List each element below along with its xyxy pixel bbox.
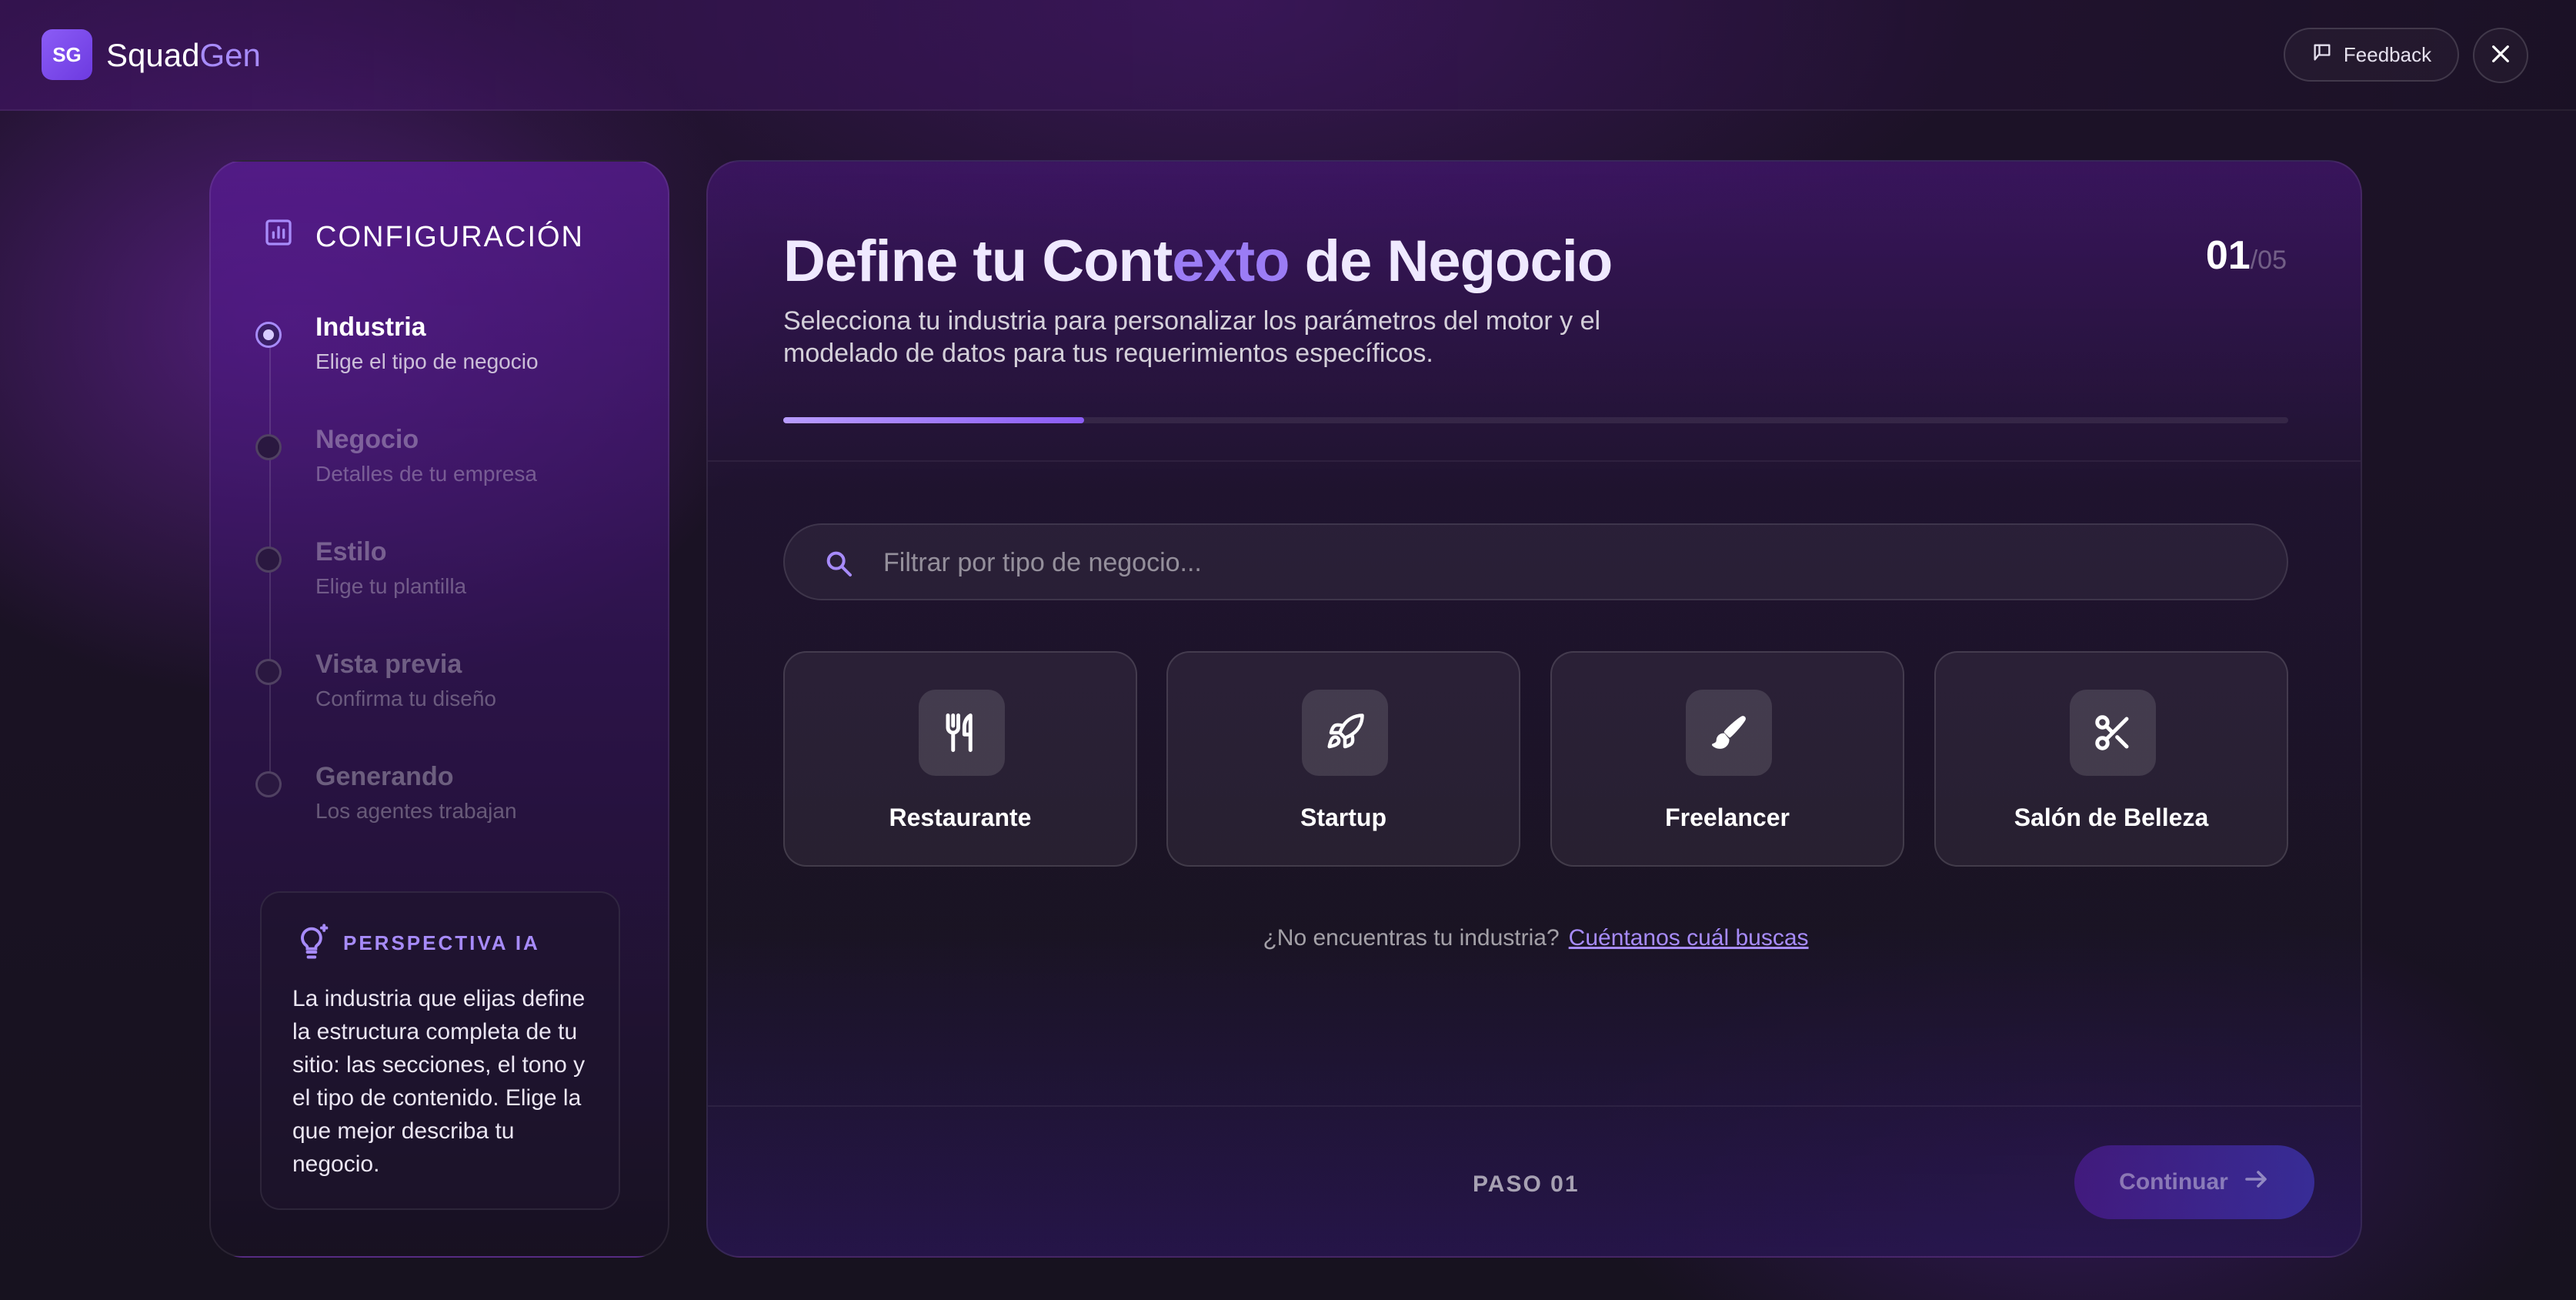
step-label: Generando bbox=[315, 762, 454, 791]
step-label: Vista previa bbox=[315, 650, 462, 679]
feedback-button[interactable]: Feedback bbox=[2284, 28, 2459, 82]
card-label: Startup bbox=[1300, 804, 1386, 831]
continue-label: Continuar bbox=[2119, 1169, 2228, 1195]
card-label: Freelancer bbox=[1665, 804, 1790, 831]
logo-initials: SG bbox=[52, 42, 82, 66]
search-icon bbox=[823, 548, 854, 583]
industry-card-freelancer[interactable]: Freelancer bbox=[1550, 651, 1904, 867]
search-box bbox=[783, 523, 2288, 600]
brand-name-part2: Gen bbox=[199, 37, 261, 73]
step-label: Estilo bbox=[315, 537, 387, 566]
step-current: 01 bbox=[2205, 233, 2251, 278]
scissors-icon bbox=[2070, 690, 2156, 776]
step-vista-previa[interactable]: Vista previa Confirma tu diseño bbox=[211, 650, 671, 742]
brand-name-part1: Squad bbox=[106, 37, 200, 73]
page-title-highlight: exto bbox=[1172, 229, 1290, 294]
industry-card-startup[interactable]: Startup bbox=[1166, 651, 1520, 867]
message-flag-icon bbox=[2311, 42, 2333, 69]
page-title-part3: de Negocio bbox=[1289, 229, 1613, 294]
step-total: /05 bbox=[2250, 246, 2287, 275]
logo-badge: SG bbox=[42, 29, 92, 80]
arrow-right-icon bbox=[2242, 1165, 2270, 1199]
brand-name: SquadGen bbox=[106, 34, 261, 77]
feedback-label: Feedback bbox=[2343, 42, 2432, 66]
main-panel: Define tu Contexto de Negocio Selecciona… bbox=[706, 160, 2362, 1258]
missing-industry-hint: ¿No encuentras tu industria? Cuéntanos cu… bbox=[708, 925, 2361, 951]
step-subtitle: Detalles de tu empresa bbox=[315, 462, 537, 486]
page-title-part1: Define tu Cont bbox=[783, 229, 1173, 294]
step-label: Industria bbox=[315, 312, 426, 342]
progress-bar bbox=[783, 417, 2288, 423]
suggest-industry-link[interactable]: Cuéntanos cuál buscas bbox=[1569, 925, 1809, 951]
ai-insight-card: PERSPECTIVA IA La industria que elijas d… bbox=[260, 891, 620, 1210]
sidebar-title: CONFIGURACIÓN bbox=[315, 221, 584, 253]
step-indicator bbox=[255, 659, 282, 685]
step-indicator bbox=[255, 322, 282, 348]
close-button[interactable] bbox=[2473, 28, 2528, 83]
chart-icon bbox=[263, 217, 294, 252]
step-industria[interactable]: Industria Elige el tipo de negocio bbox=[211, 312, 671, 405]
hint-text: ¿No encuentras tu industria? bbox=[1263, 925, 1560, 951]
step-generando[interactable]: Generando Los agentes trabajan bbox=[211, 762, 671, 854]
step-negocio[interactable]: Negocio Detalles de tu empresa bbox=[211, 425, 671, 517]
step-subtitle: Los agentes trabajan bbox=[315, 799, 517, 823]
continue-button[interactable]: Continuar bbox=[2074, 1145, 2314, 1219]
step-indicator bbox=[255, 771, 282, 797]
lightbulb-sparkle-icon bbox=[292, 922, 332, 966]
utensils-icon bbox=[919, 690, 1005, 776]
step-subtitle: Elige el tipo de negocio bbox=[315, 349, 539, 373]
close-icon bbox=[2488, 42, 2513, 70]
industry-card-salon-de-belleza[interactable]: Salón de Belleza bbox=[1934, 651, 2288, 867]
industry-card-restaurante[interactable]: Restaurante bbox=[783, 651, 1137, 867]
divider bbox=[708, 460, 2361, 462]
page-title: Define tu Contexto de Negocio bbox=[783, 223, 1613, 300]
search-input[interactable] bbox=[882, 536, 2254, 590]
step-indicator bbox=[255, 434, 282, 460]
sidebar: CONFIGURACIÓN Industria Elige el tipo de… bbox=[209, 160, 669, 1258]
step-subtitle: Confirma tu diseño bbox=[315, 687, 497, 710]
step-label: Negocio bbox=[315, 425, 419, 454]
industry-cards: Restaurante Startup Freelancer Salón de … bbox=[783, 651, 2288, 867]
insight-title: PERSPECTIVA IA bbox=[343, 931, 540, 954]
progress-fill bbox=[783, 417, 1085, 423]
brush-icon bbox=[1686, 690, 1772, 776]
step-indicator bbox=[255, 546, 282, 573]
page-subtitle: Selecciona tu industria para personaliza… bbox=[783, 306, 1601, 368]
step-estilo[interactable]: Estilo Elige tu plantilla bbox=[211, 537, 671, 630]
top-bar: SG SquadGen Feedback bbox=[0, 0, 2576, 111]
insight-text: La industria que elijas define la estruc… bbox=[292, 986, 586, 1177]
card-label: Salón de Belleza bbox=[2014, 804, 2209, 831]
step-counter: 01/05 bbox=[2206, 225, 2287, 291]
footer-step-label: PASO 01 bbox=[1473, 1171, 1580, 1197]
divider bbox=[708, 1105, 2361, 1107]
card-label: Restaurante bbox=[889, 804, 1032, 831]
step-subtitle: Elige tu plantilla bbox=[315, 574, 467, 598]
rocket-icon bbox=[1302, 690, 1388, 776]
